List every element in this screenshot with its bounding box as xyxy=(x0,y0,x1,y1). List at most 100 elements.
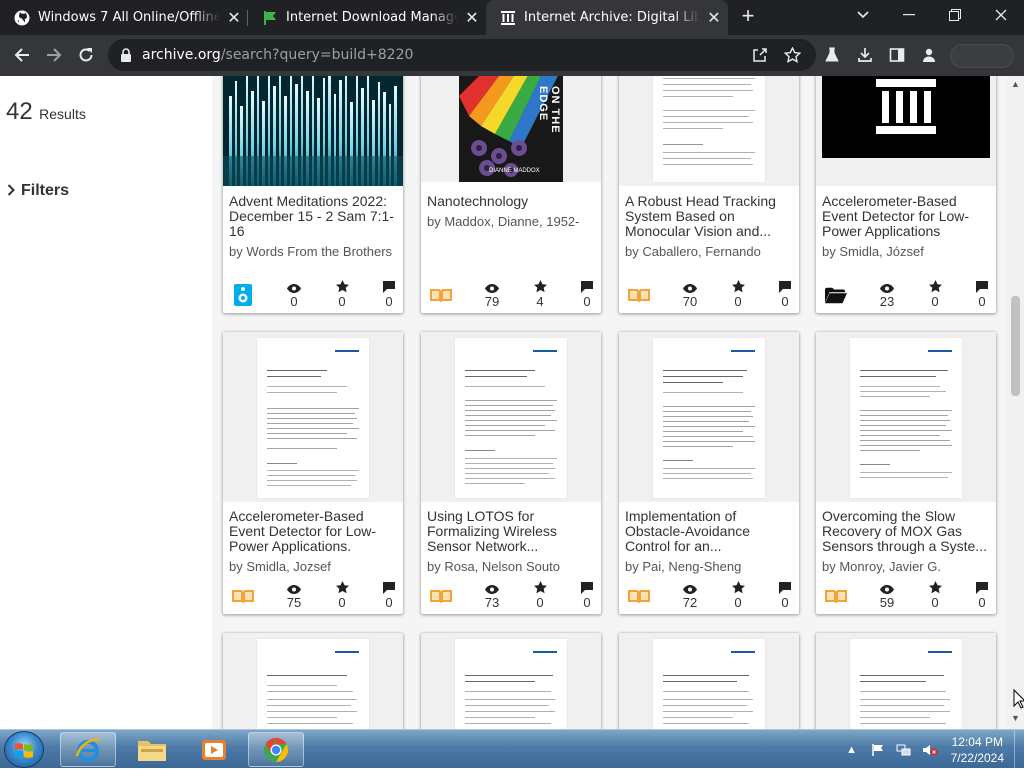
item-thumbnail xyxy=(816,332,996,502)
result-tile[interactable]: ON THE EDGE DIANNE MADDOX Nanotechnology… xyxy=(421,76,601,313)
results-label: Results xyxy=(39,106,86,122)
item-title[interactable]: A Robust Head Tracking System Based on M… xyxy=(625,194,795,240)
reviews-count: 0 xyxy=(978,595,986,610)
favorites-count: 0 xyxy=(734,294,742,309)
favorites-stat: 0 xyxy=(718,277,758,309)
forward-button[interactable] xyxy=(38,39,70,71)
taskbar-ie[interactable] xyxy=(60,732,116,767)
page-scrollbar[interactable]: ▲ ▼ xyxy=(1007,76,1024,729)
views-stat: 79 xyxy=(472,277,512,309)
scroll-down-icon[interactable]: ▼ xyxy=(1011,713,1020,723)
reload-icon xyxy=(79,48,93,62)
address-bar[interactable]: archive.org/search?query=build+8220 xyxy=(108,39,816,71)
result-tile[interactable] xyxy=(619,633,799,729)
item-creator: by Smidla, József xyxy=(822,244,924,259)
bookmark-star-icon[interactable] xyxy=(783,46,802,68)
results-summary: 42 Results xyxy=(6,98,86,126)
favorites-count: 0 xyxy=(536,595,544,610)
close-window-icon[interactable] xyxy=(978,0,1024,30)
scrollbar-thumb[interactable] xyxy=(1011,296,1020,396)
result-tile[interactable]: Accelerometer-Based Event Detector for L… xyxy=(223,332,403,614)
tab-search-chevron-icon[interactable] xyxy=(840,0,886,30)
favorites-stat: 0 xyxy=(520,578,560,610)
media-player-icon xyxy=(202,739,226,760)
volume-muted-icon[interactable] xyxy=(920,741,940,759)
minimize-icon[interactable] xyxy=(886,0,932,30)
download-icon[interactable] xyxy=(853,43,877,67)
item-title[interactable]: Using LOTOS for Formalizing Wireless Sen… xyxy=(427,509,597,555)
reviews-count: 0 xyxy=(978,294,986,309)
item-title[interactable]: Nanotechnology xyxy=(427,194,597,212)
taskbar-clock[interactable]: 12:04 PM 7/22/2024 xyxy=(951,734,1004,766)
labs-flask-icon[interactable] xyxy=(820,43,844,67)
favorites-count: 0 xyxy=(338,294,346,309)
item-title[interactable]: Overcoming the Slow Recovery of MOX Gas … xyxy=(822,509,992,555)
reviews-stat: 0 xyxy=(369,578,409,610)
back-arrow-icon xyxy=(14,48,29,62)
scroll-up-icon[interactable]: ▲ xyxy=(1011,79,1020,89)
tab-idm[interactable]: Internet Download Manager is a ✕ xyxy=(248,0,486,35)
reviews-stat: 0 xyxy=(567,277,607,309)
close-icon[interactable]: ✕ xyxy=(220,8,248,27)
close-icon[interactable]: ✕ xyxy=(700,8,728,27)
result-tile[interactable]: Implementation of Obstacle-Avoidance Con… xyxy=(619,332,799,614)
show-hidden-icons-icon[interactable]: ▲ xyxy=(842,741,862,759)
action-center-flag-icon[interactable] xyxy=(868,741,888,759)
clock-date: 7/22/2024 xyxy=(950,750,1004,765)
item-stats: 0 0 0 xyxy=(223,277,403,313)
taskbar-explorer[interactable] xyxy=(124,732,180,767)
item-title[interactable]: Implementation of Obstacle-Avoidance Con… xyxy=(625,509,795,555)
item-creator: by Words From the Brothers xyxy=(229,244,393,259)
restore-icon[interactable] xyxy=(932,0,978,30)
eye-icon xyxy=(867,578,907,594)
profile-icon[interactable] xyxy=(917,43,941,67)
browser-toolbar: archive.org/search?query=build+8220 xyxy=(0,35,1024,76)
start-button[interactable] xyxy=(4,731,44,768)
favorites-stat: 0 xyxy=(322,277,362,309)
back-button[interactable] xyxy=(6,39,38,71)
item-title[interactable]: Advent Meditations 2022: December 15 - 2… xyxy=(229,194,399,240)
new-tab-button[interactable]: + xyxy=(736,4,760,30)
comment-icon xyxy=(567,277,607,293)
result-tile[interactable] xyxy=(223,633,403,729)
book-icon xyxy=(430,585,452,607)
forward-arrow-icon xyxy=(47,48,62,62)
result-tile[interactable] xyxy=(816,633,996,729)
tab-github[interactable]: Windows 7 All Online/Offline [Re ✕ xyxy=(0,0,248,35)
result-tile[interactable]: Advent Meditations 2022: December 15 - 2… xyxy=(223,76,403,313)
results-count: 42 xyxy=(6,98,33,125)
clock-time: 12:04 PM xyxy=(951,734,1003,749)
network-icon[interactable] xyxy=(894,741,914,759)
result-tile[interactable]: Using LOTOS for Formalizing Wireless Sen… xyxy=(421,332,601,614)
taskbar-media-player[interactable] xyxy=(186,732,242,767)
show-desktop-button[interactable] xyxy=(1014,730,1024,769)
filters-toggle[interactable]: Filters xyxy=(7,182,69,200)
tab-internet-archive[interactable]: Internet Archive: Digital Library o ✕ xyxy=(486,0,728,35)
item-creator: by Monroy, Javier G. xyxy=(822,559,941,574)
result-tile[interactable] xyxy=(421,633,601,729)
reviews-count: 0 xyxy=(781,595,789,610)
result-tile[interactable]: Overcoming the Slow Recovery of MOX Gas … xyxy=(816,332,996,614)
close-icon[interactable]: ✕ xyxy=(458,8,486,27)
views-count: 79 xyxy=(484,294,500,309)
result-tile[interactable]: Accelerometer-Based Event Detector for L… xyxy=(816,76,996,313)
url-path: /search?query=build+8220 xyxy=(220,47,414,63)
item-title[interactable]: Accelerometer-Based Event Detector for L… xyxy=(822,194,992,240)
side-panel-icon[interactable] xyxy=(885,43,909,67)
tab-title: Internet Archive: Digital Library o xyxy=(524,10,700,25)
share-icon[interactable] xyxy=(752,47,768,68)
comment-icon xyxy=(369,277,409,293)
taskbar-chrome[interactable] xyxy=(248,732,304,767)
reload-button[interactable] xyxy=(70,39,102,71)
item-stats: 75 0 0 xyxy=(223,578,403,614)
chevron-right-icon xyxy=(7,183,15,199)
views-count: 75 xyxy=(286,595,302,610)
item-stats: 59 0 0 xyxy=(816,578,996,614)
paper-thumbnail xyxy=(850,338,962,498)
reviews-count: 0 xyxy=(583,595,591,610)
result-tile[interactable]: A Robust Head Tracking System Based on M… xyxy=(619,76,799,313)
extensions-pill[interactable] xyxy=(950,44,1014,68)
item-thumbnail xyxy=(421,633,601,729)
folder-icon xyxy=(138,740,166,761)
item-title[interactable]: Accelerometer-Based Event Detector for L… xyxy=(229,509,399,555)
